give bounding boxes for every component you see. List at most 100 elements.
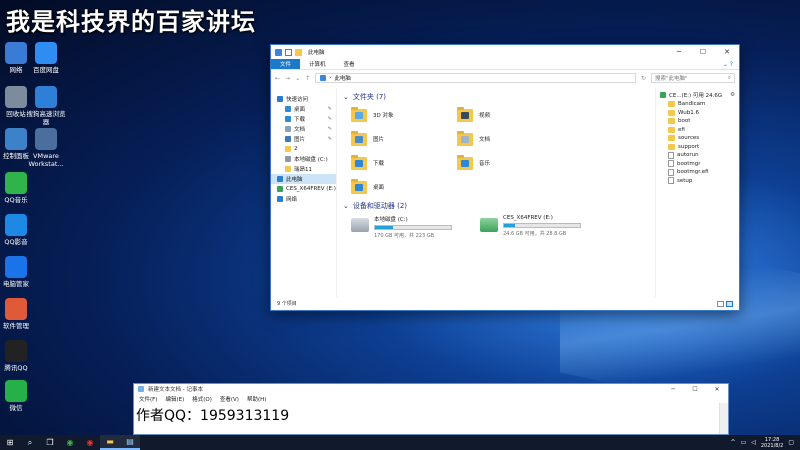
network-icon[interactable]: ▭ bbox=[741, 439, 747, 446]
drives-group-header[interactable]: ⌄ 设备和驱动器 (2) bbox=[343, 201, 649, 211]
desktop-icon-item[interactable]: QQ影音 bbox=[0, 214, 38, 246]
ribbon-expand-icon[interactable]: ⌄ ? bbox=[723, 59, 739, 69]
menu-file[interactable]: 文件(F) bbox=[139, 395, 157, 403]
maximize-button[interactable]: ☐ bbox=[691, 45, 715, 59]
folder-icon bbox=[668, 109, 675, 116]
screen-recorder-icon[interactable]: ◉ bbox=[80, 435, 100, 450]
close-button[interactable]: ✕ bbox=[715, 45, 739, 59]
vertical-scrollbar[interactable] bbox=[719, 403, 728, 434]
address-row: ← → ⌄ ↑ › 此电脑 ↻ 搜索"此电脑" ⌕ bbox=[271, 70, 739, 86]
folder-glyph-icon bbox=[355, 159, 363, 167]
gear-icon[interactable]: ⚙ bbox=[730, 92, 735, 98]
nav-item[interactable]: 图片 ✎ bbox=[271, 134, 336, 144]
menu-help[interactable]: 帮助(H) bbox=[247, 395, 266, 403]
drive-item[interactable]: 本地磁盘 (C:) 170 GB 可用，共 223 GB bbox=[351, 215, 452, 239]
preview-item[interactable]: efi bbox=[656, 126, 739, 135]
notepad-text-area[interactable]: 作者QQ：1959313119 bbox=[134, 405, 728, 425]
folders-group-header[interactable]: ⌄ 文件夹 (7) bbox=[343, 92, 649, 102]
notepad-window-controls: ─ ☐ ✕ bbox=[662, 386, 728, 393]
menu-format[interactable]: 格式(O) bbox=[192, 395, 212, 403]
explorer-titlebar[interactable]: 此电脑 ─ ☐ ✕ bbox=[271, 45, 739, 59]
file-explorer-window[interactable]: 此电脑 ─ ☐ ✕ 文件 计算机 查看 ⌄ ? ← → ⌄ ↑ › 此电脑 ↻ … bbox=[270, 44, 740, 311]
folder-icon bbox=[351, 178, 367, 194]
nav-item[interactable]: 本地磁盘 (C:) bbox=[271, 154, 336, 164]
large-icons-view-icon[interactable] bbox=[726, 300, 733, 307]
nav-item[interactable]: CES_X64FREV (E:) bbox=[271, 184, 336, 194]
preview-item[interactable]: autorun bbox=[656, 151, 739, 160]
desktop-icon-item[interactable]: 腾讯QQ bbox=[0, 340, 38, 372]
task-view-icon[interactable]: ❐ bbox=[40, 435, 60, 450]
minimize-button[interactable]: ─ bbox=[662, 386, 684, 393]
nav-item[interactable]: 2 bbox=[271, 144, 336, 154]
recent-dropdown-icon[interactable]: ⌄ bbox=[295, 75, 300, 82]
nav-item[interactable]: 桌面 ✎ bbox=[271, 104, 336, 114]
nav-item[interactable]: 快速访问 bbox=[271, 94, 336, 104]
preview-item[interactable]: Wub1.6 bbox=[656, 109, 739, 118]
maximize-button[interactable]: ☐ bbox=[684, 386, 706, 393]
preview-item[interactable]: sources bbox=[656, 134, 739, 143]
quick-access-toolbar bbox=[275, 48, 302, 56]
notification-icon[interactable]: ▢ bbox=[788, 439, 794, 446]
preview-item[interactable]: bootmgr bbox=[656, 160, 739, 169]
volume-icon[interactable]: ◁ bbox=[751, 439, 756, 446]
desktop-icon-item[interactable]: 电脑管家 bbox=[0, 256, 38, 288]
preview-item[interactable]: Bandicam bbox=[656, 100, 739, 109]
folder-item[interactable]: 视频 bbox=[457, 105, 563, 125]
address-bar[interactable]: › 此电脑 bbox=[315, 73, 636, 83]
close-button[interactable]: ✕ bbox=[706, 386, 728, 393]
tab-file[interactable]: 文件 bbox=[271, 59, 301, 69]
refresh-icon[interactable]: ↻ bbox=[641, 75, 646, 82]
folder-item[interactable]: 桌面 bbox=[351, 177, 457, 197]
folder-icon bbox=[457, 106, 473, 122]
preview-item[interactable]: setup bbox=[656, 177, 739, 186]
desktop-icon-item[interactable]: 搜狗高速浏览器 bbox=[24, 86, 68, 126]
nav-item[interactable]: 文档 ✎ bbox=[271, 124, 336, 134]
computer-icon bbox=[320, 75, 327, 81]
desktop-icon-item[interactable]: QQ音乐 bbox=[0, 172, 38, 204]
preview-item-label: sources bbox=[678, 135, 700, 142]
notepad-icon bbox=[138, 386, 144, 392]
forward-icon[interactable]: → bbox=[285, 75, 290, 82]
preview-item[interactable]: boot bbox=[656, 117, 739, 126]
nav-item[interactable]: 瑞昂11 bbox=[271, 164, 336, 174]
properties-icon[interactable] bbox=[285, 48, 292, 56]
drive-item[interactable]: CES_X64FREV (E:) 24.6 GB 可用，共 28.8 GB bbox=[480, 215, 581, 239]
folder-item[interactable]: 文档 bbox=[457, 129, 563, 149]
chevron-up-icon[interactable]: ^ bbox=[731, 439, 736, 446]
tab-computer[interactable]: 计算机 bbox=[300, 59, 335, 69]
preview-item-label: Bandicam bbox=[678, 101, 706, 108]
folder-item[interactable]: 3D 对象 bbox=[351, 105, 457, 125]
folder-item[interactable]: 图片 bbox=[351, 129, 457, 149]
notepad-window[interactable]: 新建文本文档 - 记事本 ─ ☐ ✕ 文件(F) 编辑(E) 格式(O) 查看(… bbox=[133, 383, 729, 435]
file-explorer-taskbar-icon[interactable]: ▬ bbox=[100, 435, 120, 450]
nav-item[interactable]: 下载 ✎ bbox=[271, 114, 336, 124]
preview-item-label: boot bbox=[678, 118, 691, 125]
breadcrumb[interactable]: 此电脑 bbox=[334, 74, 351, 82]
folder-item[interactable]: 下载 bbox=[351, 153, 457, 173]
menu-edit[interactable]: 编辑(E) bbox=[165, 395, 184, 403]
desktop-icon-label: QQ影音 bbox=[4, 238, 28, 246]
clock[interactable]: 17:28 2021/8/2 bbox=[761, 437, 783, 449]
search-icon[interactable]: ⌕ bbox=[20, 435, 40, 450]
preview-item[interactable]: support bbox=[656, 143, 739, 152]
start-button[interactable]: ⊞ bbox=[0, 435, 20, 450]
desktop-icon-item[interactable]: 百度网盘 bbox=[24, 42, 68, 74]
tab-view[interactable]: 查看 bbox=[335, 59, 364, 69]
minimize-button[interactable]: ─ bbox=[667, 45, 691, 59]
desktop-icon-item[interactable]: 微信 bbox=[0, 380, 38, 412]
menu-view[interactable]: 查看(V) bbox=[220, 395, 239, 403]
nav-item[interactable]: 网络 bbox=[271, 194, 336, 204]
nav-item[interactable]: 此电脑 bbox=[271, 174, 336, 184]
back-icon[interactable]: ← bbox=[275, 75, 280, 82]
desktop-icon-item[interactable]: VMware Workstat... bbox=[24, 128, 68, 168]
new-folder-icon[interactable] bbox=[295, 48, 302, 56]
search-input[interactable]: 搜索"此电脑" ⌕ bbox=[651, 73, 735, 83]
preview-item[interactable]: bootmgr.efi bbox=[656, 168, 739, 177]
chrome-icon[interactable]: ◉ bbox=[60, 435, 80, 450]
up-icon[interactable]: ↑ bbox=[305, 75, 310, 82]
desktop-icon-item[interactable]: 软件管理 bbox=[0, 298, 38, 330]
details-view-icon[interactable] bbox=[717, 300, 724, 307]
folder-item[interactable]: 音乐 bbox=[457, 153, 563, 173]
notepad-titlebar[interactable]: 新建文本文档 - 记事本 ─ ☐ ✕ bbox=[134, 384, 728, 394]
notepad-taskbar-icon[interactable]: ▤ bbox=[120, 435, 140, 450]
